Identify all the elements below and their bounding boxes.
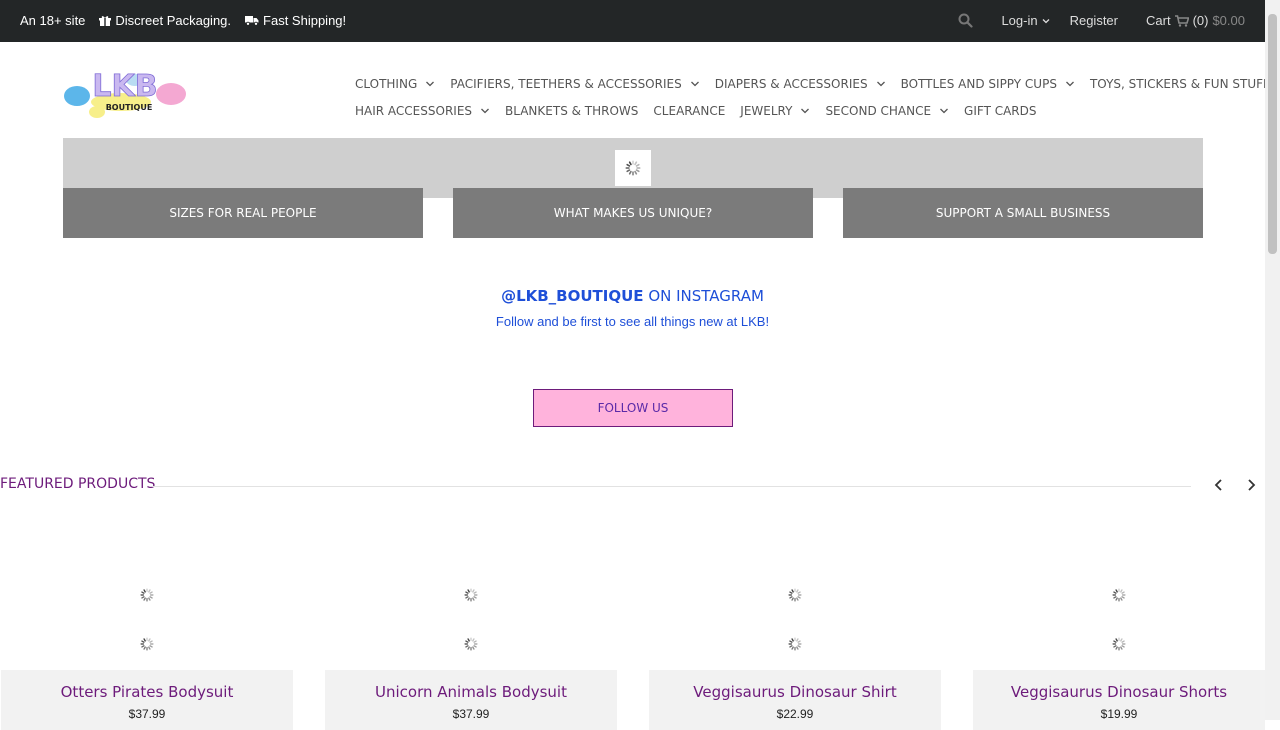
nav-item-hair-accessories[interactable]: HAIR ACCESSORIES [355,104,490,118]
loading-spinner-icon [1112,588,1126,602]
product-card[interactable]: Unicorn Animals Bodysuit $37.99 [325,520,617,730]
top-bar: An 18+ site Discreet Packaging. Fast Shi… [0,0,1265,42]
chevron-down-icon [1065,79,1075,89]
carousel-prev-button[interactable] [1211,476,1227,494]
instagram-heading: @LKB_BOUTIQUE ON INSTAGRAM [0,287,1265,305]
logo-subtext: BOUTIQUE [106,103,153,112]
follow-us-button[interactable]: FOLLOW US [533,389,733,427]
truck-icon [245,15,259,26]
nav-item-second-chance[interactable]: SECOND CHANCE [825,104,949,118]
logo-text: LKB [92,69,157,104]
product-card[interactable]: Otters Pirates Bodysuit $37.99 [1,520,293,730]
cart-icon [1174,14,1189,27]
gift-icon [99,15,112,27]
product-info: Unicorn Animals Bodysuit $37.99 [325,670,617,730]
divider [152,486,1191,487]
nav-item-label: CLEARANCE [653,103,726,118]
shipping-notice: Fast Shipping! [245,13,346,28]
search-button[interactable] [958,13,974,28]
instagram-subtitle: Follow and be first to see all things ne… [495,314,770,329]
product-info: Otters Pirates Bodysuit $37.99 [1,670,293,730]
loading-spinner-icon [464,637,478,651]
tile-unique[interactable]: WHAT MAKES US UNIQUE? [453,188,813,238]
site-logo[interactable]: LKB BOUTIQUE [63,66,187,122]
main-navigation: CLOTHING PACIFIERS, TEETHERS & ACCESSORIE… [355,70,1280,124]
register-link[interactable]: Register [1070,13,1118,28]
nav-item-clothing[interactable]: CLOTHING [355,77,435,91]
nav-item-toys-stickers-fun-stuff[interactable]: TOYS, STICKERS & FUN STUFF [1090,77,1280,91]
instagram-suffix: ON INSTAGRAM [648,287,764,305]
nav-item-label: BOTTLES AND SIPPY CUPS [900,76,1057,91]
loading-spinner-icon [140,588,154,602]
product-price: $37.99 [452,707,490,721]
login-label: Log-in [1001,13,1038,28]
nav-item-blankets-throws[interactable]: BLANKETS & THROWS [505,104,638,118]
nav-item-label: GIFT CARDS [964,103,1037,118]
nav-item-pacifiers-teethers-accessories[interactable]: PACIFIERS, TEETHERS & ACCESSORIES [450,77,699,91]
nav-item-label: TOYS, STICKERS & FUN STUFF [1089,76,1270,91]
nav-item-jewelry[interactable]: JEWELRY [740,104,810,118]
cart-label: Cart [1146,13,1171,28]
chevron-down-icon [800,106,810,116]
nav-item-gift-cards[interactable]: GIFT CARDS [964,104,1036,118]
carousel-next-button[interactable] [1243,476,1259,494]
product-price: $22.99 [776,707,814,721]
chevron-down-icon [480,106,490,116]
product-name[interactable]: Otters Pirates Bodysuit [1,683,293,701]
top-bar-notices: An 18+ site Discreet Packaging. Fast Shi… [20,13,346,28]
chevron-left-icon [1214,479,1224,491]
instagram-handle[interactable]: @LKB_BOUTIQUE [501,287,643,305]
cart-total: $0.00 [1212,13,1245,28]
chevron-down-icon [1042,17,1050,25]
nav-item-bottles-and-sippy-cups[interactable]: BOTTLES AND SIPPY CUPS [901,77,1075,91]
tile-sizes[interactable]: SIZES FOR REAL PEOPLE [63,188,423,238]
product-card[interactable]: Veggisaurus Dinosaur Shirt $22.99 [649,520,941,730]
tile-support[interactable]: SUPPORT A SMALL BUSINESS [843,188,1203,238]
product-name[interactable]: Unicorn Animals Bodysuit [325,683,617,701]
nav-item-label: HAIR ACCESSORIES [355,103,473,118]
nav-row-1: CLOTHING PACIFIERS, TEETHERS & ACCESSORIE… [355,70,1280,97]
chevron-down-icon [876,79,886,89]
account-area: Log-in Register Cart (0) $0.00 [938,13,1245,28]
loading-spinner-icon [140,637,154,651]
nav-item-label: BLANKETS & THROWS [505,103,639,118]
nav-row-2: HAIR ACCESSORIES BLANKETS & THROWS CLEARAN… [355,97,1235,124]
loading-spinner-icon [788,588,802,602]
loading-spinner-icon [615,150,651,186]
login-link[interactable]: Log-in [1001,13,1050,28]
product-info: Veggisaurus Dinosaur Shorts $19.99 [973,670,1265,730]
nav-item-clearance[interactable]: CLEARANCE [653,104,725,118]
product-price: $37.99 [128,707,166,721]
chevron-down-icon [939,106,949,116]
loading-spinner-icon [464,588,478,602]
product-name[interactable]: Veggisaurus Dinosaur Shorts [973,683,1265,701]
nav-item-label: PACIFIERS, TEETHERS & ACCESSORIES [450,76,682,91]
scrollbar-thumb[interactable] [1268,14,1277,254]
loading-spinner-icon [1112,637,1126,651]
nav-item-label: SECOND CHANCE [825,103,932,118]
cart-count: (0) [1192,13,1209,28]
chevron-down-icon [690,79,700,89]
product-info: Veggisaurus Dinosaur Shirt $22.99 [649,670,941,730]
page-scrollbar[interactable] [1265,0,1280,720]
shipping-text: Fast Shipping! [263,13,347,28]
cart-link[interactable]: Cart (0) $0.00 [1146,13,1245,28]
chevron-right-icon [1246,479,1256,491]
loading-spinner-icon [788,637,802,651]
chevron-down-icon [425,79,435,89]
search-icon [958,13,974,28]
age-notice: An 18+ site [20,13,86,28]
product-name[interactable]: Veggisaurus Dinosaur Shirt [649,683,941,701]
packaging-notice: Discreet Packaging. [99,13,231,28]
nav-item-diapers-accessories[interactable]: DIAPERS & ACCESSORIES [715,77,886,91]
product-price: $19.99 [1100,707,1138,721]
nav-item-label: CLOTHING [355,76,418,91]
nav-item-label: JEWELRY [740,103,793,118]
nav-item-label: DIAPERS & ACCESSORIES [714,76,868,91]
featured-title: FEATURED PRODUCTS [0,476,156,492]
product-card[interactable]: Veggisaurus Dinosaur Shorts $19.99 [973,520,1265,730]
packaging-text: Discreet Packaging. [115,13,232,28]
